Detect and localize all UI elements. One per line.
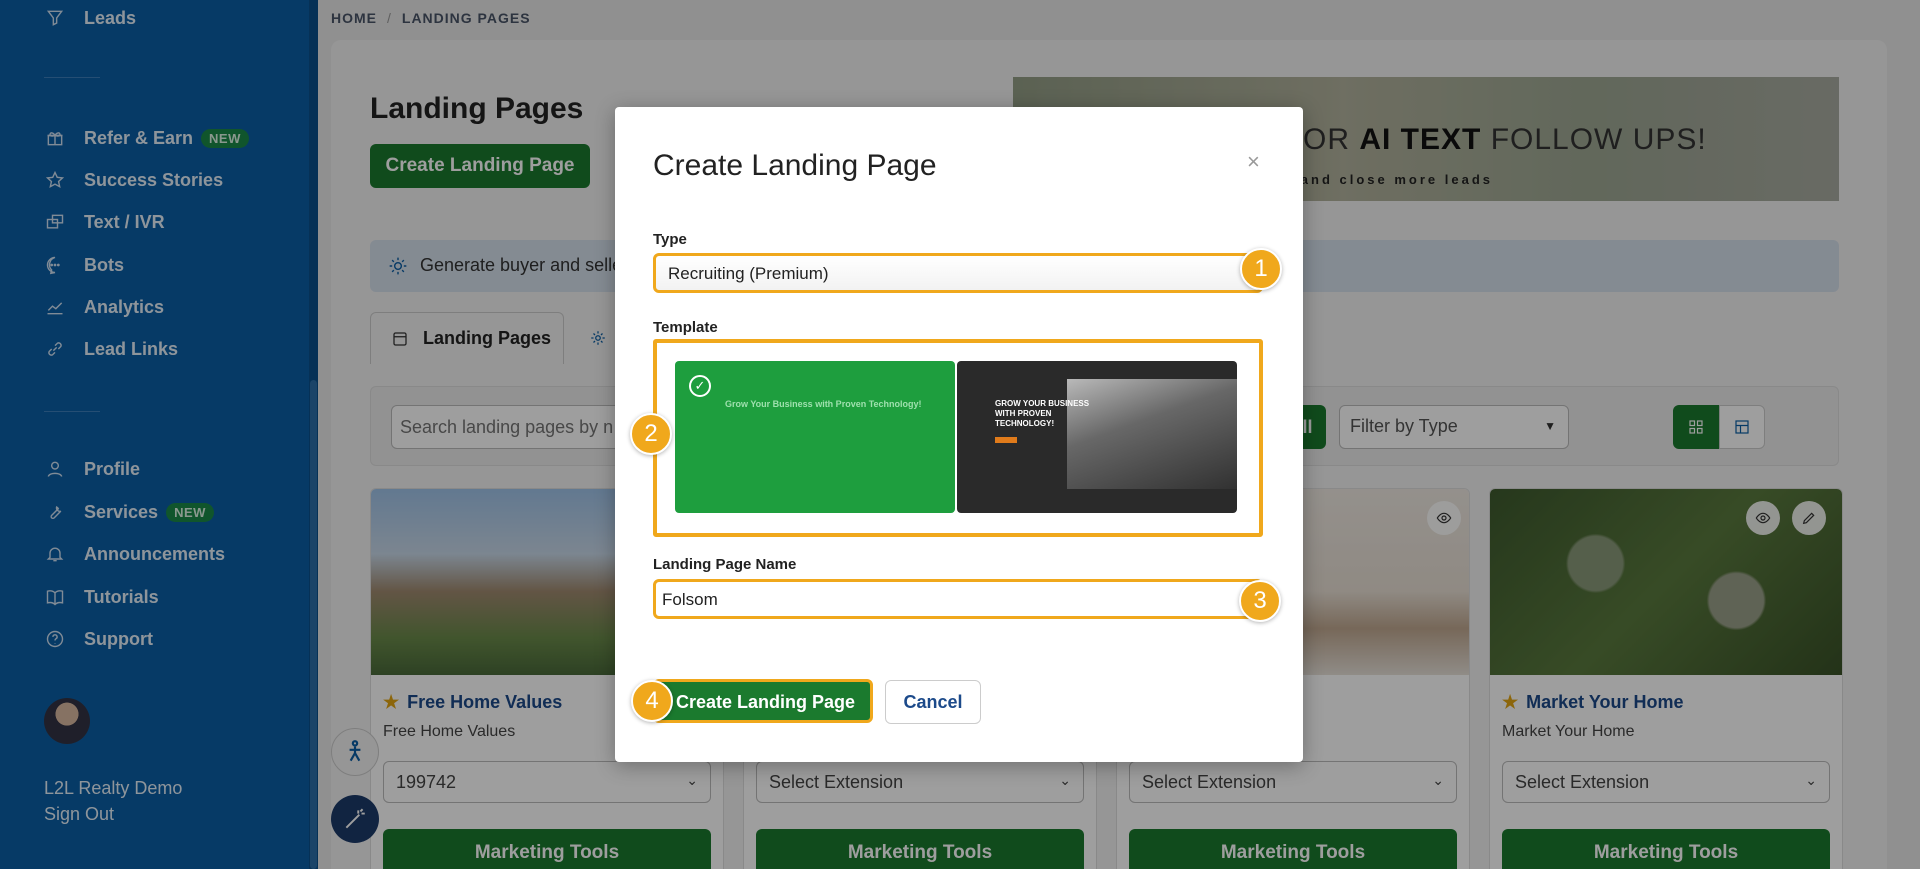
step-marker-3: 3 [1239,580,1281,622]
template-label: Template [653,319,718,336]
landing-page-name-input[interactable]: Folsom [653,579,1263,619]
modal-create-button[interactable]: Create Landing Page [653,679,873,723]
template-option-dark[interactable]: GROW YOUR BUSINESS WITH PROVEN TECHNOLOG… [957,361,1237,513]
create-landing-page-modal: Create Landing Page × Type Recruiting (P… [615,107,1303,762]
template-headline: GROW YOUR BUSINESS WITH PROVEN TECHNOLOG… [995,399,1090,428]
template-picker: ✓ Grow Your Business with Proven Technol… [653,339,1263,537]
modal-title: Create Landing Page [653,149,937,182]
template-photo [1067,379,1237,489]
step-marker-1: 1 [1240,248,1282,290]
step-marker-4: 4 [631,680,673,722]
template-headline: Grow Your Business with Proven Technolog… [725,399,922,409]
cancel-button[interactable]: Cancel [885,680,981,724]
type-select[interactable]: Recruiting (Premium) [653,253,1263,293]
close-icon[interactable]: × [1247,149,1260,175]
name-label: Landing Page Name [653,556,797,573]
step-marker-2: 2 [630,413,672,455]
template-cta [995,437,1017,443]
check-icon: ✓ [689,375,711,397]
template-option-green[interactable]: ✓ Grow Your Business with Proven Technol… [675,361,955,513]
type-label: Type [653,231,687,248]
